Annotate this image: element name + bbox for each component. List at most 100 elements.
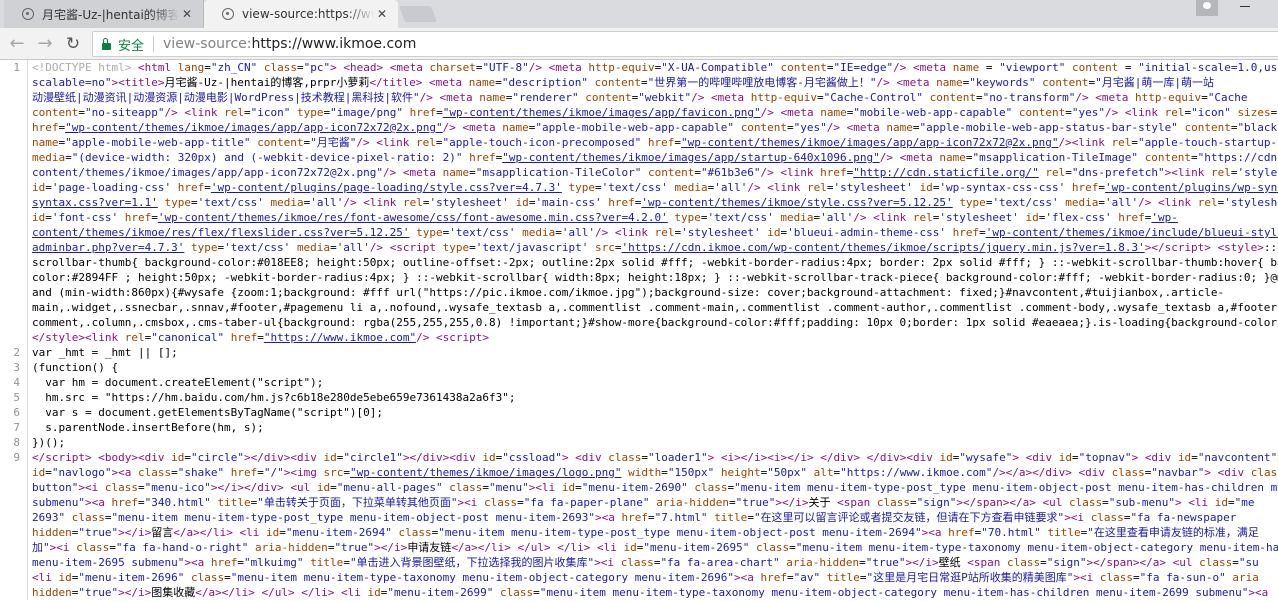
line-code: 加"><i class="fa fa-hand-o-right" aria-hi…	[32, 541, 1278, 554]
close-icon[interactable]: ✕	[374, 7, 390, 21]
source-line: 0 id='font-css' href='wp-content/themes/i…	[0, 210, 1278, 225]
line-code: submenu"><a href="340.html" title="单击转关于…	[32, 496, 1255, 509]
line-code: s.parentNode.insertBefore(hm, s);	[32, 421, 264, 434]
line-number: 0	[0, 300, 28, 315]
line-code: media="(device-width: 320px) and (-webki…	[32, 151, 1278, 164]
line-number: 0	[0, 330, 28, 345]
line-code: var hm = document.createElement("script"…	[32, 376, 324, 389]
line-code: <!DOCTYPE html> <html lang="zh_CN" class…	[32, 61, 1278, 74]
line-code: main,.widget,.ssnecbar,.snnav,#footer,#p…	[32, 301, 1278, 314]
source-line: 0 <li id="menu-item-2696" class="menu-ite…	[0, 570, 1278, 585]
source-line: 0 media="(device-width: 320px) and (-webk…	[0, 150, 1278, 165]
line-code: scrollbar-thumb{ background-color:#018EE…	[32, 256, 1278, 269]
source-line: 0 hidden="true"></i>留言</a></li> <li id="m…	[0, 525, 1278, 540]
source-line: 7 s.parentNode.insertBefore(hm, s);	[0, 420, 1278, 435]
line-code: 2693" class="menu-item menu-item-type-po…	[32, 511, 1237, 524]
source-line: 0 name="apple-mobile-web-app-title" conte…	[0, 135, 1278, 150]
source-line: 0 and (min-width:860px){#wysafe {zoom:1;b…	[0, 285, 1278, 300]
source-line: 0 content/themes/ikmoe/images/app/app-ico…	[0, 165, 1278, 180]
line-number: 0	[0, 225, 28, 240]
line-code: </script> <body><div id="circle"></div><…	[32, 451, 1278, 464]
line-number: 0	[0, 240, 28, 255]
line-number: 0	[0, 135, 28, 150]
close-icon[interactable]: ✕	[179, 7, 195, 21]
source-line: 0 menu-item-2695 submenu"><a href="mlkuim…	[0, 555, 1278, 570]
divider	[153, 36, 155, 52]
source-line: 0 syntax.css?ver=1.1' type='text/css' med…	[0, 195, 1278, 210]
new-tab-button[interactable]	[399, 6, 437, 22]
tab-ikmoe-home[interactable]: 月宅酱-Uz-|hentai的博客 ✕	[4, 0, 204, 28]
line-code: })();	[32, 436, 66, 449]
line-code: var s = document.getElementsByTagName("s…	[32, 406, 383, 419]
line-code: adminbar.php?ver=4.7.3' type='text/css' …	[32, 241, 1278, 254]
source-line: 0 id="navlogo"><a class="shake" href="/">…	[0, 465, 1278, 480]
secure-label: 安全	[118, 38, 145, 54]
line-code: color:#2894FF ; height:50px; -webkit-bor…	[32, 271, 1278, 284]
source-line: 0 content/themes/ikmoe/res/flex/flexslide…	[0, 225, 1278, 240]
line-code: id="navlogo"><a class="shake" href="/"><…	[32, 466, 1278, 479]
line-code: hidden="true"></i>留言</a></li> <li id="me…	[32, 526, 1259, 539]
source-line: 0 submenu"><a href="340.html" title="单击转关…	[0, 495, 1278, 510]
line-number: 0	[0, 585, 28, 600]
line-number: 0	[0, 120, 28, 135]
source-line: 9 </script> <body><div id="circle"></div>…	[0, 450, 1278, 465]
line-code: hidden="true"></i>图集收藏</a></li> </ul> </…	[32, 586, 1269, 599]
source-line: 0 comment,.column,.cmsbox,.cms-taber-ul{b…	[0, 315, 1278, 330]
profile-icon[interactable]	[1196, 0, 1218, 16]
line-number: 0	[0, 570, 28, 585]
source-line: 0 动漫壁纸|动漫资讯|动漫资源|动漫电影|WordPress|技术教程|黑科技|…	[0, 90, 1278, 105]
line-number: 0	[0, 480, 28, 495]
minimize-icon[interactable]	[1240, 6, 1250, 7]
line-number: 0	[0, 465, 28, 480]
tab-title: view-source:https://www.ikmoe.com	[242, 7, 374, 21]
line-code: name="apple-mobile-web-app-title" conten…	[32, 136, 1278, 149]
source-line: 0 color:#2894FF ; height:50px; -webkit-bo…	[0, 270, 1278, 285]
source-line: 6 var s = document.getElementsByTagName(…	[0, 405, 1278, 420]
line-number: 0	[0, 270, 28, 285]
line-number: 0	[0, 255, 28, 270]
source-line: 0 2693" class="menu-item menu-item-type-p…	[0, 510, 1278, 525]
url-host: https://www.ikmoe.com	[251, 36, 417, 52]
line-number: 0	[0, 75, 28, 90]
line-code: syntax.css?ver=1.1' type='text/css' medi…	[32, 196, 1278, 209]
back-icon[interactable]: ←	[7, 34, 27, 54]
source-line: 5 hm.src = "https://hm.baidu.com/hm.js?c…	[0, 390, 1278, 405]
line-code: button"><i class="menu-ico"></i></div> <…	[32, 481, 1278, 494]
line-number: 0	[0, 285, 28, 300]
line-code: menu-item-2695 submenu"><a href="mlkuimg…	[32, 556, 1259, 569]
reload-icon[interactable]: ↻	[63, 34, 83, 54]
line-number: 9	[0, 450, 28, 465]
line-number: 1	[0, 60, 28, 75]
line-code: href="wp-content/themes/ikmoe/images/app…	[32, 121, 1278, 134]
line-code: </style><link rel="canonical" href="http…	[32, 331, 490, 344]
source-line: 0 adminbar.php?ver=4.7.3' type='text/css'…	[0, 240, 1278, 255]
tab-view-source[interactable]: view-source:https://www.ikmoe.com ✕	[204, 0, 398, 28]
line-number: 0	[0, 495, 28, 510]
address-bar[interactable]: 安全 view-source: https://www.ikmoe.com	[92, 31, 1278, 57]
line-number: 0	[0, 540, 28, 555]
line-number: 0	[0, 180, 28, 195]
line-number: 0	[0, 105, 28, 120]
line-number: 0	[0, 90, 28, 105]
source-line: 0 content="no-siteapp"/> <link rel="icon"…	[0, 105, 1278, 120]
line-number: 0	[0, 165, 28, 180]
line-code: and (min-width:860px){#wysafe {zoom:1;ba…	[32, 286, 1225, 299]
line-code: scalable=no"><title>月宅酱-Uz-|hentai的博客,pr…	[32, 76, 1214, 89]
source-line: 0 href="wp-content/themes/ikmoe/images/ap…	[0, 120, 1278, 135]
source-view[interactable]: 1 <!DOCTYPE html> <html lang="zh_CN" clas…	[0, 60, 1278, 602]
source-line: 0 hidden="true"></i>图集收藏</a></li> </ul> <…	[0, 585, 1278, 600]
source-line: 0 scrollbar-thumb{ background-color:#018E…	[0, 255, 1278, 270]
tab-title: 月宅酱-Uz-|hentai的博客	[42, 7, 179, 22]
line-number: 2	[0, 345, 28, 360]
line-number: 0	[0, 150, 28, 165]
line-code: id='font-css' href='wp-content/themes/ik…	[32, 211, 1178, 224]
globe-icon	[22, 8, 34, 20]
source-line: 0 button"><i class="menu-ico"></i></div> …	[0, 480, 1278, 495]
line-number: 6	[0, 405, 28, 420]
source-line: 0 加"><i class="fa fa-hand-o-right" aria-h…	[0, 540, 1278, 555]
source-line: 8})();	[0, 435, 1278, 450]
line-code: content/themes/ikmoe/images/app/app-icon…	[32, 166, 1278, 179]
line-code: content/themes/ikmoe/res/flex/flexslider…	[32, 226, 1278, 239]
source-line: 0 scalable=no"><title>月宅酱-Uz-|hentai的博客,p…	[0, 75, 1278, 90]
forward-icon[interactable]: →	[35, 34, 55, 54]
